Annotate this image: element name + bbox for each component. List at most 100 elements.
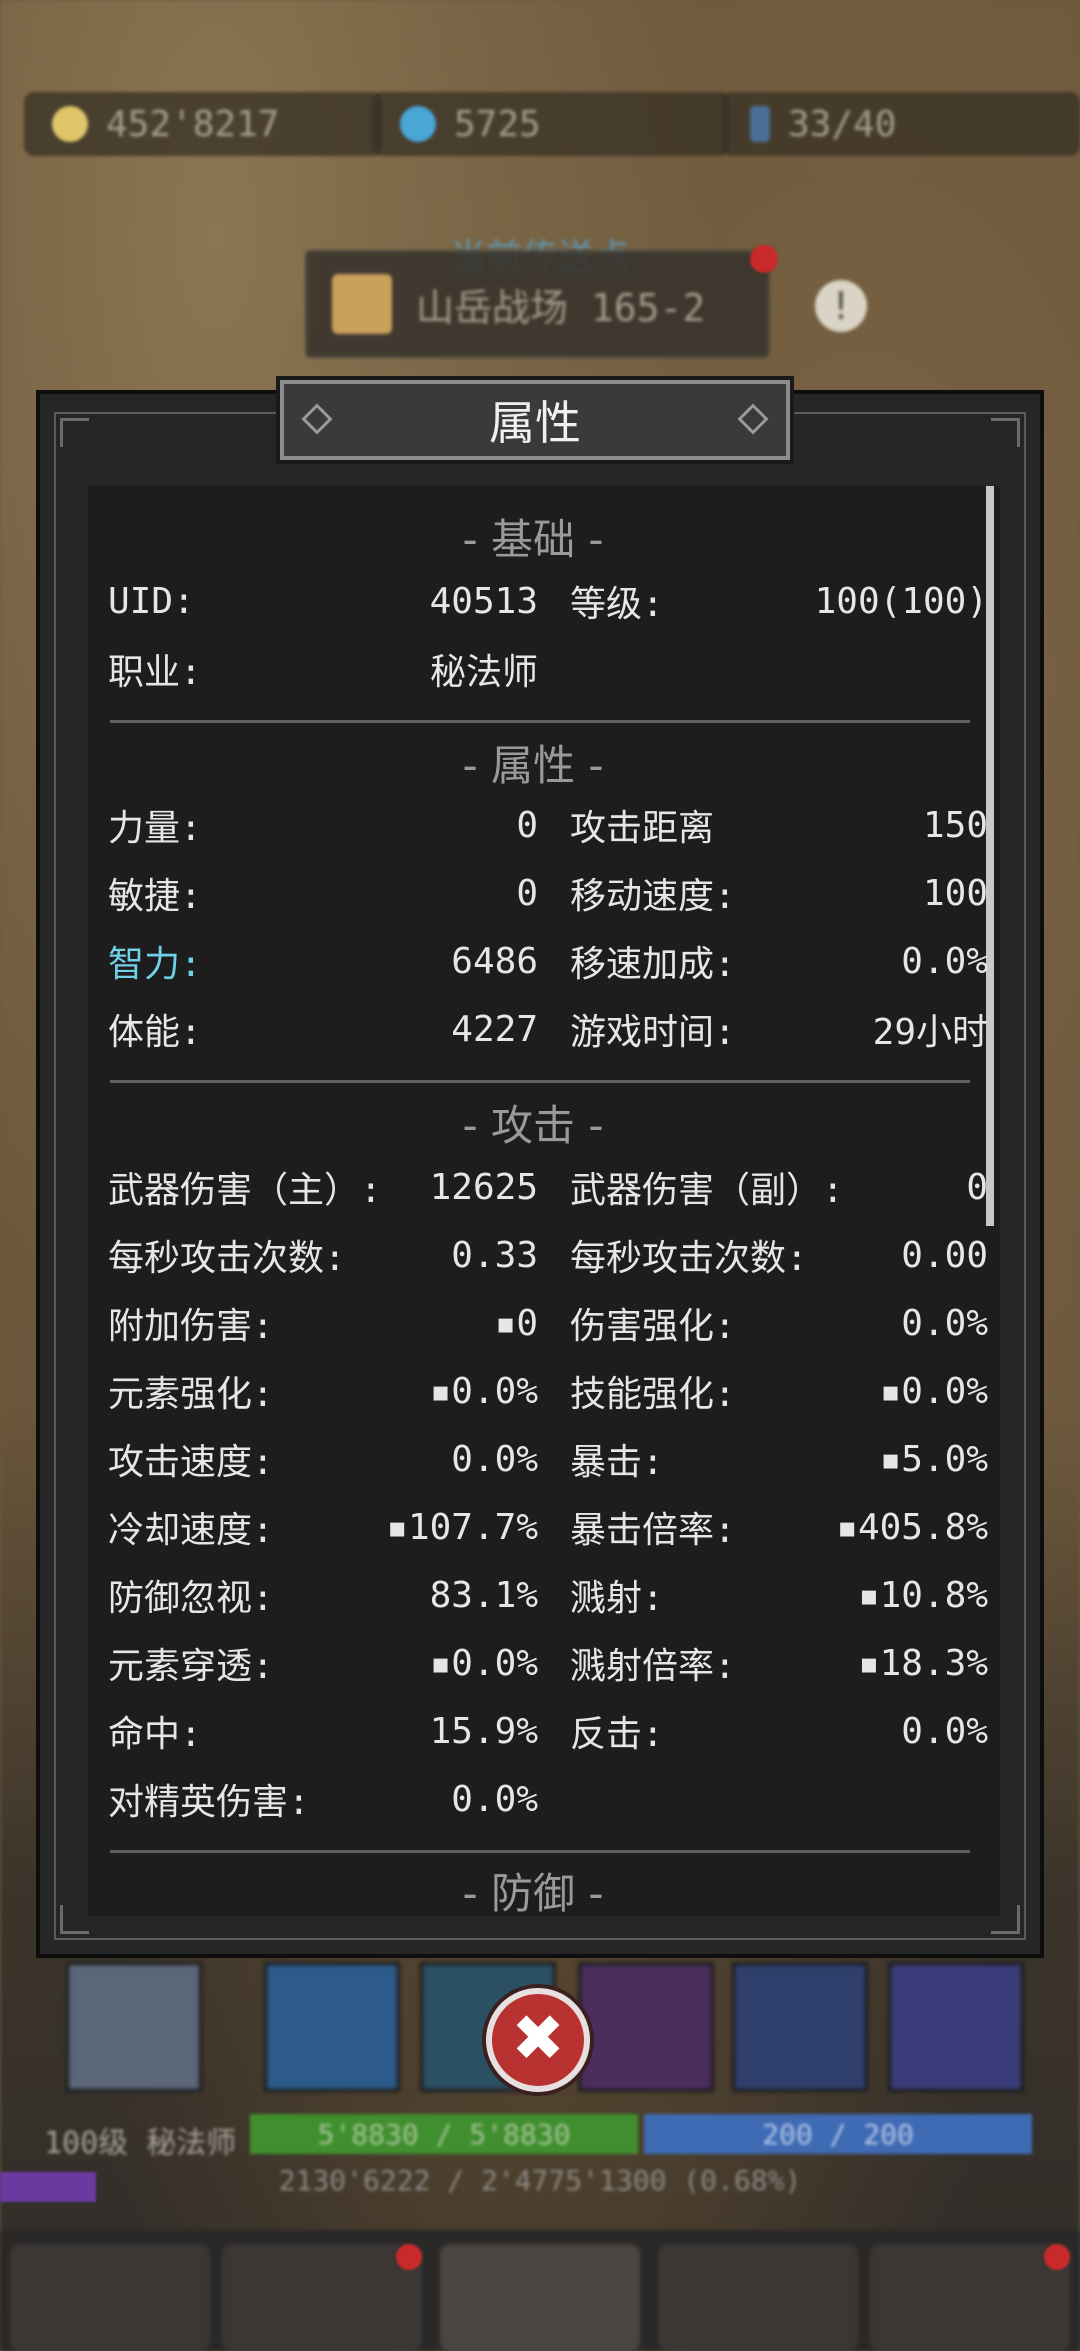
stat-right-value: ▪5.0% bbox=[879, 1438, 988, 1480]
gold-coin-icon bbox=[52, 106, 88, 142]
stamina-icon bbox=[750, 106, 770, 142]
level-value: 100(100) bbox=[814, 580, 988, 622]
stat-left-label: 附加伤害: bbox=[108, 1306, 274, 1347]
stat-right-value: 150 bbox=[922, 804, 988, 846]
stat-right-label: 暴击: bbox=[570, 1442, 664, 1483]
stat-left-value: 4227 bbox=[451, 1008, 538, 1050]
uid-value: 40513 bbox=[429, 580, 538, 622]
stat-left-value: 12625 bbox=[429, 1166, 538, 1208]
gem-currency: 5725 bbox=[372, 92, 730, 156]
stat-right-label: 暴击倍率: bbox=[570, 1510, 736, 1551]
stat-right-value: 29小时 bbox=[872, 1012, 988, 1053]
stat-right-value: ▪18.3% bbox=[857, 1642, 988, 1684]
section-basic-header: - 基础 - bbox=[462, 515, 604, 564]
stat-row: 对精英伤害: 0.0% bbox=[108, 1768, 988, 1830]
stat-left-value: ▪0.0% bbox=[429, 1370, 538, 1412]
stat-left-label: 体能: bbox=[108, 1012, 202, 1053]
blue-gem-icon bbox=[400, 106, 436, 142]
portal-name: 山岳战场 165-2 bbox=[416, 285, 706, 330]
stat-left-value: 0 bbox=[516, 804, 538, 846]
stat-right-label: 伤害强化: bbox=[570, 1306, 736, 1347]
stat-row: 力量: 0 攻击距离 150 bbox=[108, 794, 988, 856]
bottom-nav bbox=[0, 2230, 1080, 2351]
stat-row: UID: 40513 等级: 100(100) bbox=[108, 570, 988, 632]
stat-right-label: 每秒攻击次数: bbox=[570, 1238, 808, 1279]
stat-right-label: 溅射: bbox=[570, 1578, 664, 1619]
gem-amount: 5725 bbox=[454, 103, 541, 145]
character-portrait[interactable] bbox=[66, 1962, 202, 2092]
gold-currency: 452'8217 bbox=[24, 92, 382, 156]
skill-slot[interactable] bbox=[888, 1962, 1024, 2092]
section-attack-header: - 攻击 - bbox=[462, 1101, 604, 1150]
stat-right-value: ▪405.8% bbox=[836, 1506, 988, 1548]
job-label: 职业: bbox=[108, 652, 202, 693]
diamond-ornament-icon bbox=[301, 403, 333, 435]
portal-button[interactable]: 山岳战场 165-2 bbox=[305, 250, 770, 358]
stat-left-label: 元素穿透: bbox=[108, 1646, 274, 1687]
stat-row: 防御忽视: 83.1% 溅射: ▪10.8% bbox=[108, 1564, 988, 1626]
stat-left-label: 对精英伤害: bbox=[108, 1782, 310, 1823]
info-button[interactable]: ! bbox=[815, 280, 867, 332]
stat-row: 每秒攻击次数: 0.33 每秒攻击次数: 0.00 bbox=[108, 1224, 988, 1286]
stat-right-label: 溅射倍率: bbox=[570, 1646, 736, 1687]
stat-row: 元素强化: ▪0.0% 技能强化: ▪0.0% bbox=[108, 1360, 988, 1422]
attributes-dialog: 属性 - 基础 - UID: 40513 等级: 100(100) 职业: 秘法… bbox=[36, 376, 1044, 1958]
stat-left-value: 6486 bbox=[451, 940, 538, 982]
notification-dot bbox=[396, 2244, 422, 2270]
stat-left-value: 0 bbox=[516, 872, 538, 914]
notification-dot bbox=[1044, 2244, 1070, 2270]
close-button[interactable]: ✖ bbox=[486, 1988, 590, 2092]
stat-right-value: 0.0% bbox=[901, 1302, 988, 1344]
stat-left-value: ▪107.7% bbox=[386, 1506, 538, 1548]
stat-left-label: 敏捷: bbox=[108, 876, 202, 917]
stat-right-value: 0 bbox=[966, 1166, 988, 1208]
stat-row: 敏捷: 0 移动速度: 100 bbox=[108, 862, 988, 924]
nav-shop[interactable] bbox=[870, 2244, 1070, 2351]
stat-right-label: 移速加成: bbox=[570, 944, 736, 985]
level-label: 等级: bbox=[570, 584, 664, 625]
hp-bar: 5'8830 / 5'8830 bbox=[250, 2114, 638, 2154]
skill-slot[interactable] bbox=[732, 1962, 868, 2092]
stat-right-label: 攻击距离 bbox=[570, 808, 715, 849]
job-value: 秘法师 bbox=[429, 652, 538, 693]
stat-right-label: 反击: bbox=[570, 1714, 664, 1755]
stat-left-label: 元素强化: bbox=[108, 1374, 274, 1415]
stat-row: 元素穿透: ▪0.0% 溅射倍率: ▪18.3% bbox=[108, 1632, 988, 1694]
stat-left-label: 智力: bbox=[108, 944, 202, 985]
section-divider bbox=[110, 720, 970, 723]
skill-slot[interactable] bbox=[264, 1962, 400, 2092]
stat-row: 附加伤害: ▪0 伤害强化: 0.0% bbox=[108, 1292, 988, 1354]
stat-row: 武器伤害（主）: 12625 武器伤害（副）: 0 bbox=[108, 1156, 988, 1218]
stat-right-value: ▪10.8% bbox=[857, 1574, 988, 1616]
section-divider bbox=[110, 1850, 970, 1853]
frame-corner bbox=[991, 418, 1020, 447]
stat-left-value: 0.0% bbox=[451, 1778, 538, 1820]
stat-row: 命中: 15.9% 反击: 0.0% bbox=[108, 1700, 988, 1762]
attributes-scroll-panel[interactable]: - 基础 - UID: 40513 等级: 100(100) 职业: 秘法师 -… bbox=[88, 486, 1000, 1916]
stat-row: 攻击速度: 0.0% 暴击: ▪5.0% bbox=[108, 1428, 988, 1490]
stat-left-label: 命中: bbox=[108, 1714, 202, 1755]
stat-left-label: 武器伤害（主）: bbox=[108, 1170, 382, 1211]
exp-text: 2130'6222 / 2'4775'1300 (0.68%) bbox=[278, 2164, 802, 2197]
dialog-title: 属性 bbox=[489, 396, 581, 450]
stat-right-value: 0.0% bbox=[901, 1710, 988, 1752]
notification-dot bbox=[750, 245, 778, 273]
stat-row: 体能: 4227 游戏时间: 29小时 bbox=[108, 998, 988, 1060]
stat-right-value: 0.00 bbox=[901, 1234, 988, 1276]
stat-left-label: 冷却速度: bbox=[108, 1510, 274, 1551]
stamina-currency: 33/40 bbox=[722, 92, 1080, 156]
stat-row: 智力: 6486 移速加成: 0.0% bbox=[108, 930, 988, 992]
dialog-title-plate: 属性 bbox=[276, 376, 794, 464]
section-divider bbox=[110, 1080, 970, 1083]
nav-character[interactable] bbox=[10, 2244, 210, 2351]
nav-inventory[interactable] bbox=[222, 2244, 422, 2351]
nav-book[interactable] bbox=[658, 2244, 858, 2351]
uid-label: UID: bbox=[108, 580, 195, 622]
stat-right-value: ▪0.0% bbox=[879, 1370, 988, 1412]
stamina-amount: 33/40 bbox=[788, 103, 897, 145]
nav-home[interactable] bbox=[440, 2244, 640, 2351]
stat-right-label: 游戏时间: bbox=[570, 1012, 736, 1053]
skill-slot[interactable] bbox=[578, 1962, 714, 2092]
level-job-text: 100级 秘法师 bbox=[44, 2126, 237, 2161]
stat-left-label: 力量: bbox=[108, 808, 202, 849]
